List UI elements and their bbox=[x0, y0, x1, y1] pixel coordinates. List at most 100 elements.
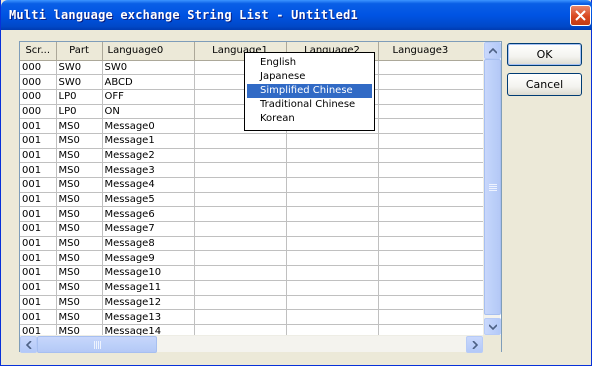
table-row[interactable]: 001 MS0 Message1 bbox=[20, 133, 485, 149]
dropdown-option[interactable]: Korean bbox=[245, 112, 374, 126]
cell-screen[interactable]: 001 bbox=[20, 236, 57, 252]
cell-part[interactable]: MS0 bbox=[56, 162, 103, 178]
cell-language3[interactable] bbox=[378, 206, 485, 223]
header-part[interactable]: Part bbox=[56, 42, 103, 61]
cell-language0[interactable]: Message11 bbox=[102, 280, 195, 296]
cell-language2[interactable] bbox=[286, 133, 379, 149]
cell-language3[interactable] bbox=[378, 250, 485, 267]
cell-part[interactable]: MS0 bbox=[56, 177, 103, 193]
cell-part[interactable]: MS0 bbox=[56, 236, 103, 252]
cell-screen[interactable]: 001 bbox=[20, 250, 57, 267]
cell-language2[interactable] bbox=[286, 192, 379, 208]
cell-language2[interactable] bbox=[286, 221, 379, 237]
cell-part[interactable]: MS0 bbox=[56, 309, 103, 325]
cell-part[interactable]: MS0 bbox=[56, 265, 103, 281]
cell-language1[interactable] bbox=[194, 280, 287, 296]
cell-language1[interactable] bbox=[194, 148, 287, 164]
table-row[interactable]: 001 MS0 Message3 bbox=[20, 162, 485, 178]
cell-language3[interactable] bbox=[378, 148, 485, 164]
header-language3[interactable]: Language3 bbox=[378, 42, 485, 61]
cell-language2[interactable] bbox=[286, 295, 379, 311]
dropdown-option[interactable]: English bbox=[245, 56, 374, 70]
cell-language3[interactable] bbox=[378, 236, 485, 252]
cell-language1[interactable] bbox=[194, 162, 287, 178]
header-screen[interactable]: Scr... bbox=[20, 42, 57, 61]
cell-screen[interactable]: 001 bbox=[20, 221, 57, 237]
cell-language3[interactable] bbox=[378, 74, 485, 90]
cell-language2[interactable] bbox=[286, 177, 379, 193]
cell-part[interactable]: MS0 bbox=[56, 250, 103, 267]
cell-screen[interactable]: 000 bbox=[20, 74, 57, 90]
cell-language2[interactable] bbox=[286, 148, 379, 164]
cell-part[interactable]: LP0 bbox=[56, 104, 103, 120]
cell-screen[interactable]: 001 bbox=[20, 309, 57, 325]
cell-language2[interactable] bbox=[286, 309, 379, 325]
cell-part[interactable]: MS0 bbox=[56, 221, 103, 237]
table-row[interactable]: 001 MS0 Message7 bbox=[20, 221, 485, 237]
cell-screen[interactable]: 001 bbox=[20, 148, 57, 164]
cell-language2[interactable] bbox=[286, 265, 379, 281]
table-row[interactable]: 001 MS0 Message10 bbox=[20, 265, 485, 281]
cell-language3[interactable] bbox=[378, 89, 485, 105]
cell-language1[interactable] bbox=[194, 295, 287, 311]
cell-language1[interactable] bbox=[194, 265, 287, 281]
cell-screen[interactable]: 001 bbox=[20, 206, 57, 223]
cell-language0[interactable]: Message2 bbox=[102, 148, 195, 164]
cell-language0[interactable]: Message5 bbox=[102, 192, 195, 208]
cell-language0[interactable]: Message0 bbox=[102, 118, 195, 134]
cell-language0[interactable]: Message6 bbox=[102, 206, 195, 223]
cell-screen[interactable]: 000 bbox=[20, 89, 57, 105]
table-row[interactable]: 001 MS0 Message9 bbox=[20, 250, 485, 267]
cell-language0[interactable]: Message12 bbox=[102, 295, 195, 311]
cancel-button[interactable]: Cancel bbox=[507, 73, 582, 96]
cell-language0[interactable]: Message4 bbox=[102, 177, 195, 193]
cell-language0[interactable]: Message9 bbox=[102, 250, 195, 267]
cell-part[interactable]: MS0 bbox=[56, 148, 103, 164]
table-row[interactable]: 001 MS0 Message12 bbox=[20, 295, 485, 311]
cell-language0[interactable]: SW0 bbox=[102, 60, 195, 76]
table-row[interactable]: 001 MS0 Message8 bbox=[20, 236, 485, 252]
cell-screen[interactable]: 001 bbox=[20, 280, 57, 296]
cell-screen[interactable]: 000 bbox=[20, 60, 57, 76]
cell-screen[interactable]: 001 bbox=[20, 265, 57, 281]
close-button[interactable] bbox=[570, 5, 591, 26]
cell-part[interactable]: SW0 bbox=[56, 60, 103, 76]
ok-button[interactable]: OK bbox=[507, 43, 582, 66]
cell-language1[interactable] bbox=[194, 250, 287, 267]
scroll-right-button[interactable] bbox=[466, 336, 483, 353]
scroll-left-button[interactable] bbox=[20, 336, 37, 353]
dropdown-option[interactable]: Simplified Chinese bbox=[247, 84, 372, 98]
cell-language3[interactable] bbox=[378, 295, 485, 311]
cell-language3[interactable] bbox=[378, 192, 485, 208]
cell-part[interactable]: MS0 bbox=[56, 206, 103, 223]
scroll-up-button[interactable] bbox=[484, 42, 501, 59]
cell-part[interactable]: SW0 bbox=[56, 74, 103, 90]
table-row[interactable]: 001 MS0 Message13 bbox=[20, 309, 485, 325]
cell-language3[interactable] bbox=[378, 177, 485, 193]
table-row[interactable]: 001 MS0 Message6 bbox=[20, 206, 485, 223]
cell-language0[interactable]: Message1 bbox=[102, 133, 195, 149]
cell-language1[interactable] bbox=[194, 192, 287, 208]
cell-part[interactable]: MS0 bbox=[56, 118, 103, 134]
cell-language2[interactable] bbox=[286, 250, 379, 267]
scroll-down-button[interactable] bbox=[484, 318, 501, 335]
cell-language3[interactable] bbox=[378, 133, 485, 149]
cell-language3[interactable] bbox=[378, 118, 485, 134]
cell-part[interactable]: MS0 bbox=[56, 133, 103, 149]
vertical-scrollbar[interactable] bbox=[483, 42, 501, 335]
table-row[interactable]: 001 MS0 Message5 bbox=[20, 192, 485, 208]
cell-screen[interactable]: 001 bbox=[20, 162, 57, 178]
cell-language1[interactable] bbox=[194, 177, 287, 193]
cell-language0[interactable]: Message8 bbox=[102, 236, 195, 252]
cell-language1[interactable] bbox=[194, 236, 287, 252]
cell-language0[interactable]: ON bbox=[102, 104, 195, 120]
cell-language0[interactable]: Message3 bbox=[102, 162, 195, 178]
vertical-scroll-thumb[interactable] bbox=[484, 59, 501, 315]
cell-screen[interactable]: 001 bbox=[20, 177, 57, 193]
cell-language0[interactable]: Message13 bbox=[102, 309, 195, 325]
cell-language2[interactable] bbox=[286, 236, 379, 252]
cell-language3[interactable] bbox=[378, 60, 485, 76]
cell-language3[interactable] bbox=[378, 221, 485, 237]
cell-part[interactable]: MS0 bbox=[56, 192, 103, 208]
cell-language2[interactable] bbox=[286, 162, 379, 178]
